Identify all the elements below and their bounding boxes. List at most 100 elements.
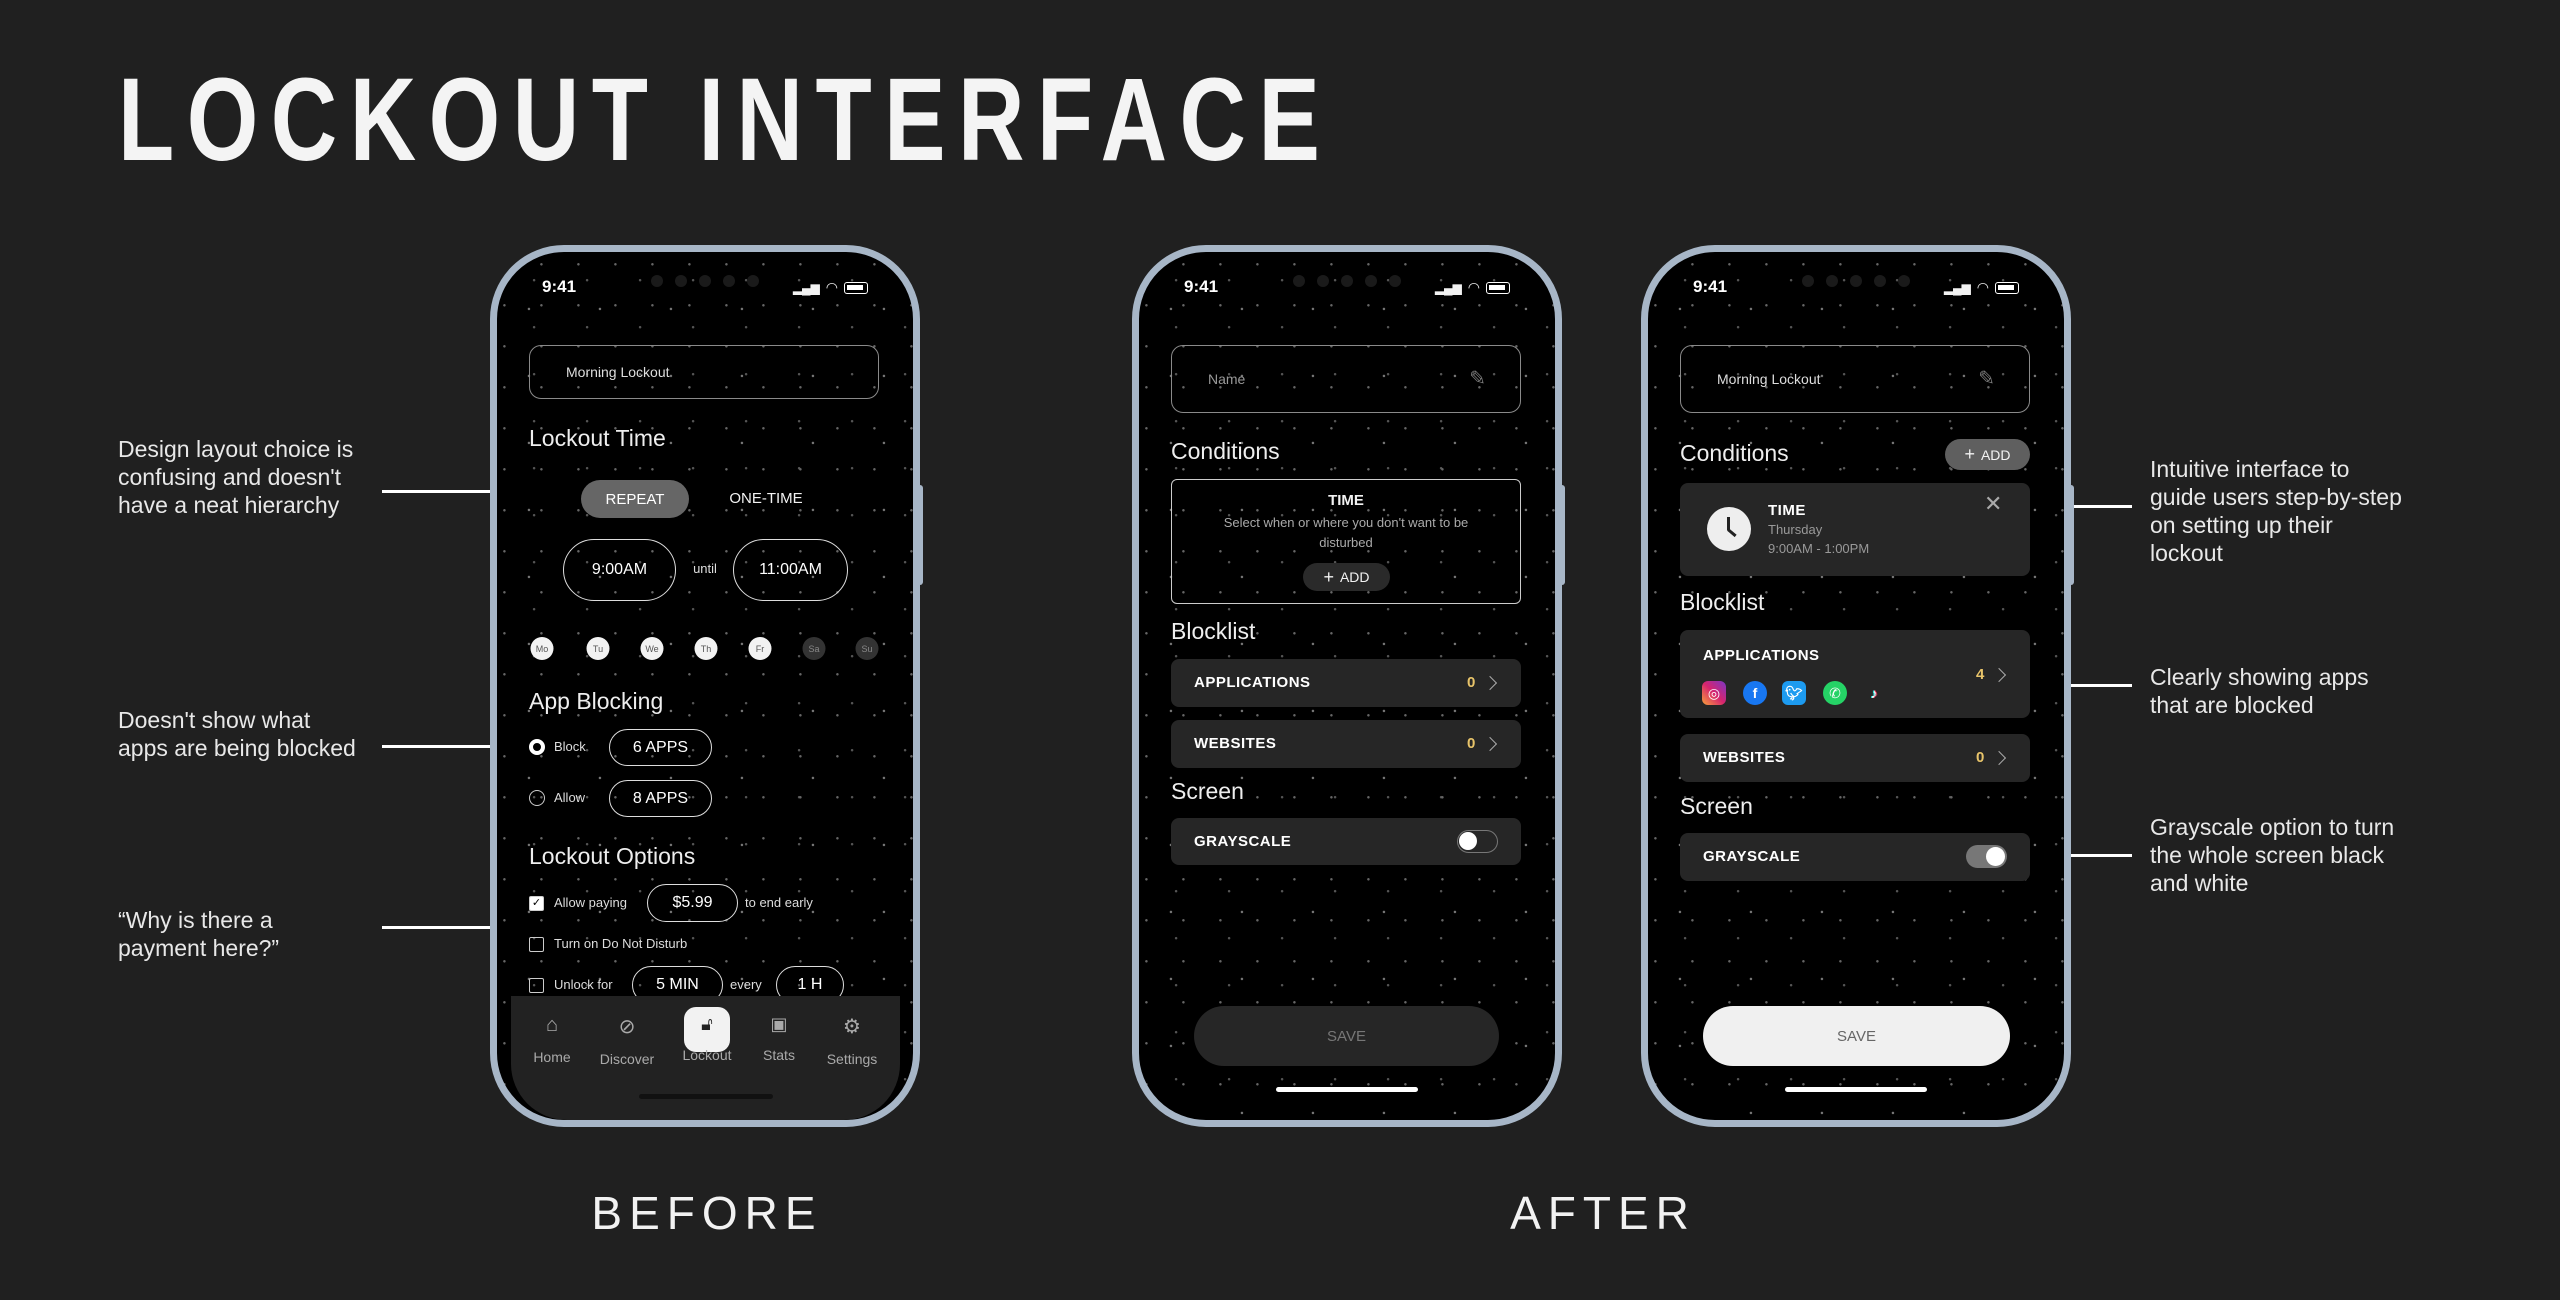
websites-count: 0 xyxy=(1976,749,1985,766)
name-input[interactable]: Morning Lockout ✎ xyxy=(1680,345,2030,413)
home-indicator xyxy=(1276,1087,1418,1092)
grayscale-toggle[interactable] xyxy=(1966,845,2007,868)
battery-icon xyxy=(844,281,868,294)
whatsapp-icon: ✆ xyxy=(1823,681,1847,705)
status-time: 9:41 xyxy=(1693,277,1728,296)
tab-label: Stats xyxy=(763,1047,795,1063)
annotation-payment: “Why is there a payment here?” xyxy=(118,907,280,961)
block-radio[interactable] xyxy=(529,739,545,755)
name-input[interactable]: Name ✎ xyxy=(1171,345,1521,413)
chart-icon: ▣ xyxy=(770,1014,788,1034)
websites-row[interactable]: WEBSITES 0 xyxy=(1680,734,2030,782)
applications-row[interactable]: APPLICATIONS ◎ f 🐦︎ ✆ ♪ 4 xyxy=(1680,630,2030,718)
battery-icon xyxy=(1486,281,1510,294)
section-app-blocking: App Blocking xyxy=(529,688,664,714)
dynamic-island xyxy=(640,271,770,291)
status-icons: ▂▄▆ ◠ xyxy=(793,279,868,296)
unlock-for-label: Unlock for xyxy=(554,977,613,992)
facebook-icon: f xyxy=(1743,681,1767,705)
start-time-button[interactable]: 9:00AM xyxy=(563,539,676,601)
tab-stats[interactable]: ▣ Stats xyxy=(763,1014,795,1063)
home-indicator xyxy=(1785,1087,1927,1092)
grayscale-label: GRAYSCALE xyxy=(1194,833,1292,850)
section-conditions: Conditions xyxy=(1680,440,1789,466)
wifi-icon: ◠ xyxy=(825,279,838,295)
day-toggle-th[interactable]: Th xyxy=(694,637,718,660)
compass-icon: ⊘ xyxy=(618,1016,636,1038)
dnd-label: Turn on Do Not Disturb xyxy=(554,936,688,951)
allow-paying-label: Allow paying xyxy=(554,895,627,910)
tab-discover[interactable]: ⊘ Discover xyxy=(600,1014,654,1067)
mode-onetime-button[interactable]: ONE-TIME xyxy=(726,490,806,507)
dnd-checkbox[interactable] xyxy=(529,937,544,952)
every-label: every xyxy=(730,977,762,992)
add-time-button[interactable]: + ADD xyxy=(1303,563,1390,591)
section-lockout-time: Lockout Time xyxy=(529,425,666,451)
time-description: Select when or where you don't want to b… xyxy=(1223,515,1469,550)
mode-repeat-button[interactable]: REPEAT xyxy=(581,480,689,518)
grayscale-label: GRAYSCALE xyxy=(1703,848,1801,865)
gear-icon: ⚙ xyxy=(843,1016,861,1038)
time-day: Thursday xyxy=(1768,522,1823,537)
caption-before: BEFORE xyxy=(591,1187,823,1239)
annotation-blocked-apps: Clearly showing apps that are blocked xyxy=(2150,664,2369,718)
add-condition-button[interactable]: + ADD xyxy=(1945,439,2030,470)
lock-icon: 🔓︎ xyxy=(701,1014,713,1034)
name-value: Morning Lockout xyxy=(1717,371,1821,387)
day-toggle-sa[interactable]: Sa xyxy=(802,637,826,660)
allow-radio[interactable] xyxy=(529,790,545,806)
grayscale-row: GRAYSCALE xyxy=(1680,833,2030,881)
applications-row[interactable]: APPLICATIONS 0 xyxy=(1171,659,1521,707)
add-label: ADD xyxy=(1980,446,2011,463)
unlock-checkbox[interactable] xyxy=(529,978,544,993)
end-early-label: to end early xyxy=(745,895,813,910)
tiktok-icon: ♪ xyxy=(1870,685,1878,701)
caption-after: AFTER xyxy=(1510,1187,1696,1239)
allow-apps-button[interactable]: 8 APPS xyxy=(609,780,712,817)
tab-label: Settings xyxy=(826,1051,878,1067)
phone-after-empty: 9:41 ▂▄▆ ◠ Name ✎ Conditions TIME Select … xyxy=(1132,245,1562,1127)
close-icon[interactable]: ✕ xyxy=(1984,491,2002,517)
instagram-icon: ◎ xyxy=(1702,681,1726,705)
signal-icon: ▂▄▆ xyxy=(1434,280,1462,295)
websites-count: 0 xyxy=(1467,735,1476,752)
page-title: LOCKOUT INTERFACE xyxy=(118,54,1333,186)
websites-label: WEBSITES xyxy=(1703,749,1786,766)
websites-label: WEBSITES xyxy=(1194,735,1277,752)
allow-paying-checkbox[interactable]: ✓ xyxy=(529,896,544,911)
annotation-hierarchy: Design layout choice is confusing and do… xyxy=(118,436,354,518)
tab-lockout[interactable]: 🔓︎ Lockout xyxy=(682,1014,731,1063)
tab-settings[interactable]: ⚙ Settings xyxy=(827,1014,878,1067)
time-condition-card[interactable]: TIME Thursday 9:00AM - 1:00PM ✕ xyxy=(1680,483,2030,576)
tab-home[interactable]: ⌂ Home xyxy=(533,1014,570,1065)
websites-row[interactable]: WEBSITES 0 xyxy=(1171,720,1521,768)
chevron-right-icon xyxy=(1991,667,2007,683)
day-toggle-su[interactable]: Su xyxy=(855,637,879,660)
save-button[interactable]: SAVE xyxy=(1703,1006,2010,1066)
pencil-icon[interactable]: ✎ xyxy=(1469,366,1486,391)
section-lockout-options: Lockout Options xyxy=(529,843,696,869)
end-time-button[interactable]: 11:00AM xyxy=(733,539,848,601)
phone-after-filled: 9:41 ▂▄▆ ◠ Morning Lockout ✎ Conditions +… xyxy=(1641,245,2071,1127)
time-title: TIME xyxy=(1768,502,1806,519)
grayscale-toggle[interactable] xyxy=(1457,830,1498,853)
tab-label: Lockout xyxy=(682,1047,732,1063)
price-button[interactable]: $5.99 xyxy=(647,884,738,922)
day-toggle-we[interactable]: We xyxy=(640,637,664,660)
block-apps-button[interactable]: 6 APPS xyxy=(609,729,712,766)
allow-label: Allow xyxy=(554,790,586,805)
day-toggle-fr[interactable]: Fr xyxy=(748,637,772,660)
chevron-right-icon xyxy=(1482,675,1498,691)
section-screen: Screen xyxy=(1171,778,1244,804)
section-blocklist: Blocklist xyxy=(1171,618,1256,644)
name-input[interactable]: Morning Lockout xyxy=(529,345,879,399)
signal-icon: ▂▄▆ xyxy=(1943,280,1971,295)
pencil-icon[interactable]: ✎ xyxy=(1978,366,1995,391)
status-icons: ▂▄▆ ◠ xyxy=(1435,279,1510,296)
save-button[interactable]: SAVE xyxy=(1194,1006,1499,1066)
battery-icon xyxy=(1995,281,2019,294)
signal-icon: ▂▄▆ xyxy=(792,280,820,295)
annotation-grayscale: Grayscale option to turn the whole scree… xyxy=(2150,814,2395,896)
day-toggle-mo[interactable]: Mo xyxy=(530,637,554,660)
day-toggle-tu[interactable]: Tu xyxy=(586,637,610,660)
